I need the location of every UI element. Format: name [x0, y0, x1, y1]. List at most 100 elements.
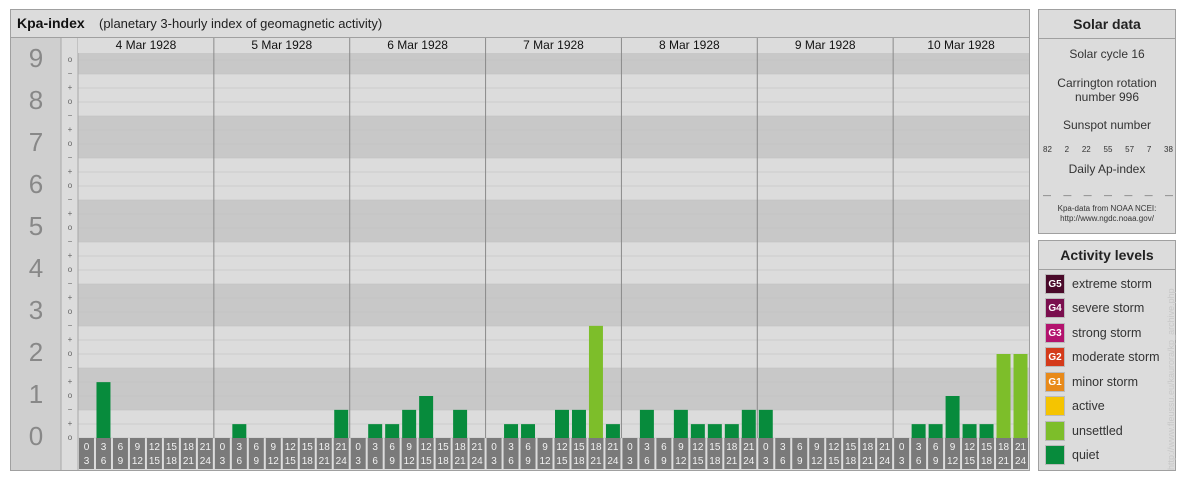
kp-bar	[402, 409, 417, 438]
interval-start-label: 0	[491, 442, 497, 453]
interval-start-label: 0	[220, 442, 226, 453]
interval-start-label: 18	[726, 442, 738, 453]
kp-bar	[962, 424, 977, 438]
solar-data-heading: Solar data	[1039, 10, 1175, 39]
y-tick-label: 9	[29, 43, 43, 73]
y-subtick-label: o	[68, 181, 73, 190]
interval-start-label: 3	[780, 442, 786, 453]
interval-end-label: 3	[220, 456, 226, 467]
level-label: moderate storm	[1072, 350, 1160, 364]
interval-end-label: 12	[132, 456, 144, 467]
data-source-note: Kpa-data from NOAA NCEI:	[1057, 204, 1157, 213]
interval-end-label: 6	[780, 456, 786, 467]
kp-bar	[911, 424, 926, 438]
interval-start-label: 15	[166, 442, 178, 453]
carrington-rotation-number: number 996	[1074, 90, 1140, 104]
interval-end-label: 3	[763, 456, 769, 467]
level-label: severe storm	[1072, 301, 1145, 315]
sunspot-value: 2	[1064, 145, 1070, 154]
interval-end-label: 21	[590, 456, 602, 467]
kpa-bar-chart: 0123456789o+−o+−o+−o+−o+−o+−o+−o+−o+−o4 …	[11, 38, 1029, 470]
interval-start-label: 21	[200, 442, 212, 453]
y-subtick-label: o	[68, 433, 73, 442]
interval-start-label: 21	[1015, 442, 1027, 453]
kp-bar	[979, 424, 994, 438]
sunspot-values: 82 2 22 55 57 7 38	[1043, 145, 1173, 154]
interval-end-label: 21	[862, 456, 874, 467]
kp-bar	[758, 409, 773, 438]
day-label: 7 Mar 1928	[523, 38, 584, 52]
y-subtick-label: +	[68, 167, 73, 176]
interval-end-label: 3	[899, 456, 905, 467]
interval-end-label: 9	[389, 456, 395, 467]
interval-start-label: 18	[455, 442, 467, 453]
y-subtick-label: −	[68, 69, 73, 78]
y-subtick-label: −	[68, 237, 73, 246]
level-swatch	[1045, 421, 1065, 441]
interval-end-label: 9	[254, 456, 260, 467]
level-band	[78, 158, 1029, 200]
ap-value: —	[1083, 191, 1092, 200]
day-label: 9 Mar 1928	[795, 38, 856, 52]
level-quiet: quiet	[1045, 445, 1099, 465]
activity-levels-panel: Activity levels G5 extreme storm G4 seve…	[1038, 240, 1176, 471]
kp-bar	[741, 409, 756, 438]
interval-end-label: 21	[183, 456, 195, 467]
interval-start-label: 18	[998, 442, 1010, 453]
level-label: strong storm	[1072, 326, 1142, 340]
y-tick-label: 4	[29, 253, 43, 283]
level-band	[78, 74, 1029, 116]
level-swatch: G5	[1045, 274, 1065, 294]
sunspot-value: 38	[1164, 145, 1173, 154]
interval-start-label: 12	[149, 442, 161, 453]
interval-start-label: 3	[508, 442, 514, 453]
kp-bar	[555, 409, 569, 438]
kp-bar	[368, 424, 383, 438]
interval-end-label: 18	[845, 456, 857, 467]
interval-end-label: 18	[573, 456, 585, 467]
interval-end-label: 3	[84, 456, 90, 467]
ap-index-label: Daily Ap-index	[1068, 162, 1146, 176]
sunspot-value: 57	[1125, 145, 1135, 154]
y-subtick-label: −	[68, 279, 73, 288]
interval-end-label: 12	[811, 456, 823, 467]
level-swatch: G4	[1045, 298, 1065, 318]
y-subtick-label: −	[68, 321, 73, 330]
level-band	[78, 326, 1029, 368]
interval-end-label: 6	[237, 456, 243, 467]
interval-end-label: 15	[964, 456, 976, 467]
interval-end-label: 6	[372, 456, 378, 467]
y-subtick-label: o	[68, 97, 73, 106]
interval-start-label: 18	[862, 442, 874, 453]
level-label: quiet	[1072, 448, 1100, 462]
interval-end-label: 15	[556, 456, 568, 467]
y-subtick-label: o	[68, 139, 73, 148]
interval-end-label: 12	[539, 456, 551, 467]
level-swatch: G3	[1045, 323, 1065, 343]
kp-bar	[453, 409, 468, 438]
interval-start-label: 21	[607, 442, 619, 453]
kp-bar	[521, 424, 536, 438]
interval-start-label: 15	[438, 442, 450, 453]
level-swatch: G1	[1045, 372, 1065, 392]
interval-start-label: 3	[101, 442, 107, 453]
interval-start-label: 12	[421, 442, 433, 453]
y-subtick-label: +	[68, 125, 73, 134]
level-band	[78, 116, 1029, 158]
interval-end-label: 3	[355, 456, 361, 467]
y-subtick-label: +	[68, 377, 73, 386]
level-band	[78, 368, 1029, 410]
interval-start-label: 9	[678, 442, 684, 453]
interval-end-label: 21	[319, 456, 331, 467]
ap-value: —	[1103, 191, 1112, 200]
kp-bar	[419, 396, 434, 438]
interval-end-label: 18	[166, 456, 178, 467]
interval-start-label: 3	[237, 442, 243, 453]
kp-bar	[1013, 354, 1028, 438]
interval-start-label: 18	[183, 442, 195, 453]
day-label: 6 Mar 1928	[387, 38, 448, 52]
interval-start-label: 0	[355, 442, 361, 453]
interval-start-label: 0	[627, 442, 633, 453]
kp-bar	[928, 424, 943, 438]
y-subtick-label: +	[68, 251, 73, 260]
